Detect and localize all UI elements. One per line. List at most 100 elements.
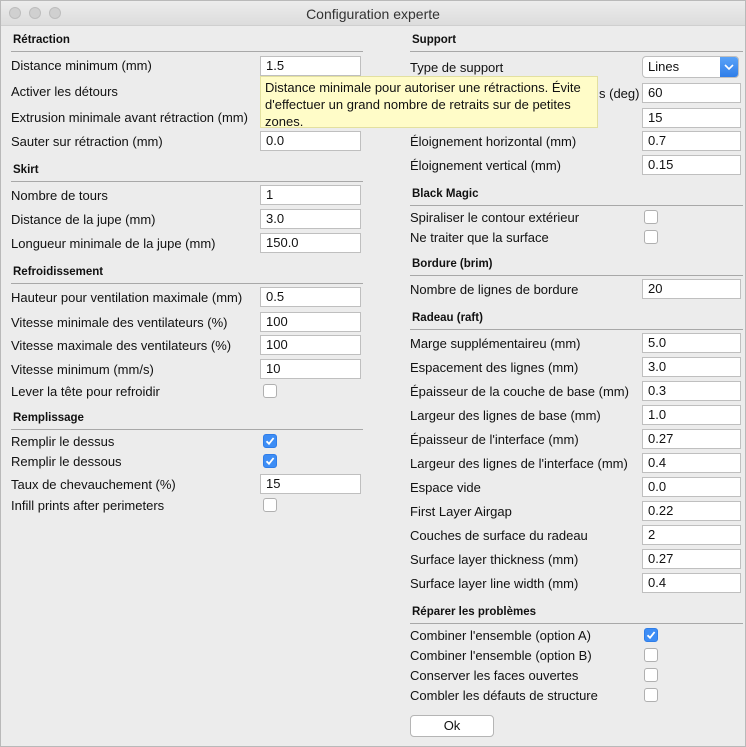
skirt-loops-input[interactable]: 1 [260,185,361,205]
section-black-magic-title: Black Magic [412,188,479,200]
cooling-fan-max-label: Vitesse maximale des ventilateurs (%) [11,338,232,353]
cooling-fan-height-label: Hauteur pour ventilation maximale (mm) [11,290,243,305]
section-brim-title: Bordure (brim) [412,258,493,270]
skirt-min-length-label: Longueur minimale de la jupe (mm) [11,236,216,251]
retraction-detours-label: Activer les détours [11,84,118,99]
infill-fill-top-label: Remplir le dessus [11,434,115,449]
raft-interface-width-label: Largeur des lignes de l'interface (mm) [410,456,628,471]
window-title: Configuration experte [306,6,440,22]
skirt-distance-input[interactable]: 3.0 [260,209,361,229]
raft-surface-layers-label: Couches de surface du radeau [410,528,588,543]
support-fill-input[interactable]: 15 [642,108,741,128]
skirt-distance-label: Distance de la jupe (mm) [11,212,156,227]
tooltip-line: zones. [265,114,304,129]
raft-line-spacing-label: Espacement des lignes (mm) [410,360,579,375]
expert-config-window: Configuration experte Rétraction Distanc… [0,0,746,747]
skirt-min-length-input[interactable]: 150.0 [260,233,361,253]
checkmark-icon [646,631,656,640]
section-fix-title: Réparer les problèmes [412,606,537,618]
tooltip: Distance minimale pour autoriser une rét… [260,76,598,129]
fix-combine-b-checkbox[interactable] [644,648,658,662]
cooling-lift-head-checkbox[interactable] [263,384,277,398]
raft-interface-thickness-input[interactable]: 0.27 [642,429,741,449]
tooltip-line: d'effectuer un grand nombre de retraits … [265,97,571,112]
fix-combine-b-label: Combiner l'ensemble (option B) [410,648,592,663]
infill-after-perimeters-checkbox[interactable] [263,498,277,512]
raft-airgap-input[interactable]: 0.0 [642,477,741,497]
raft-first-airgap-label: First Layer Airgap [410,504,512,519]
retraction-min-distance-input[interactable]: 1.5 [260,56,361,76]
section-divider [410,51,743,52]
raft-interface-width-input[interactable]: 0.4 [642,453,741,473]
infill-fill-top-checkbox[interactable] [263,434,277,448]
black-magic-spiralize-label: Spiraliser le contour extérieur [410,210,580,225]
section-cooling-title: Refroidissement [13,266,104,278]
section-divider [11,181,363,182]
cooling-fan-max-input[interactable]: 100 [260,335,361,355]
section-infill-title: Remplissage [13,412,84,424]
cooling-fan-height-input[interactable]: 0.5 [260,287,361,307]
raft-surface-thickness-label: Surface layer thickness (mm) [410,552,579,567]
retraction-min-distance-label: Distance minimum (mm) [11,58,152,73]
retraction-min-extrusion-label: Extrusion minimale avant rétraction (mm) [11,110,248,125]
section-divider [410,329,743,330]
raft-base-thickness-label: Épaisseur de la couche de base (mm) [410,384,629,399]
infill-overlap-input[interactable]: 15 [260,474,361,494]
support-xy-distance-input[interactable]: 0.7 [642,131,741,151]
support-type-select[interactable]: Lines [642,56,739,78]
section-retraction-title: Rétraction [13,34,70,46]
black-magic-surface-only-label: Ne traiter que la surface [410,230,549,245]
raft-base-thickness-input[interactable]: 0.3 [642,381,741,401]
raft-base-width-label: Largeur des lignes de base (mm) [410,408,601,423]
section-divider [410,205,743,206]
section-divider [11,51,363,52]
black-magic-spiralize-checkbox[interactable] [644,210,658,224]
raft-margin-input[interactable]: 5.0 [642,333,741,353]
cooling-lift-head-label: Lever la tête pour refroidir [11,384,160,399]
brim-lines-input[interactable]: 20 [642,279,741,299]
black-magic-surface-only-checkbox[interactable] [644,230,658,244]
raft-first-airgap-input[interactable]: 0.22 [642,501,741,521]
section-support-title: Support [412,34,457,46]
cooling-min-speed-input[interactable]: 10 [260,359,361,379]
support-type-value: Lines [648,59,680,74]
raft-line-spacing-input[interactable]: 3.0 [642,357,741,377]
section-divider [11,429,363,430]
cooling-min-speed-label: Vitesse minimum (mm/s) [11,362,154,377]
retraction-skip-input[interactable]: 0.0 [260,131,361,151]
ok-button[interactable]: Ok [410,715,494,737]
fix-extensive-label: Combler les défauts de structure [410,688,598,703]
raft-surface-layers-input[interactable]: 2 [642,525,741,545]
infill-fill-bottom-label: Remplir le dessous [11,454,122,469]
chevron-down-icon [720,57,738,77]
fix-combine-a-checkbox[interactable] [644,628,658,642]
cooling-fan-min-input[interactable]: 100 [260,312,361,332]
support-z-distance-input[interactable]: 0.15 [642,155,741,175]
checkmark-icon [265,437,275,446]
fix-extensive-checkbox[interactable] [644,688,658,702]
section-skirt-title: Skirt [13,164,39,176]
section-divider [410,275,743,276]
checkmark-icon [265,457,275,466]
section-divider [11,283,363,284]
infill-fill-bottom-checkbox[interactable] [263,454,277,468]
raft-base-width-input[interactable]: 1.0 [642,405,741,425]
fix-keep-open-checkbox[interactable] [644,668,658,682]
raft-margin-label: Marge supplémentaireu (mm) [410,336,581,351]
raft-airgap-label: Espace vide [410,480,481,495]
raft-interface-thickness-label: Épaisseur de l'interface (mm) [410,432,579,447]
raft-surface-width-input[interactable]: 0.4 [642,573,741,593]
title-bar: Configuration experte [1,1,745,26]
skirt-loops-label: Nombre de tours [11,188,108,203]
brim-lines-label: Nombre de lignes de bordure [410,282,579,297]
support-z-distance-label: Éloignement vertical (mm) [410,158,561,173]
raft-surface-thickness-input[interactable]: 0.27 [642,549,741,569]
retraction-skip-label: Sauter sur rétraction (mm) [11,134,163,149]
support-type-label: Type de support [410,60,504,75]
raft-surface-width-label: Surface layer line width (mm) [410,576,579,591]
support-angle-label: s (deg) [599,86,640,101]
infill-overlap-label: Taux de chevauchement (%) [11,477,176,492]
cooling-fan-min-label: Vitesse minimale des ventilateurs (%) [11,315,228,330]
support-angle-input[interactable]: 60 [642,83,741,103]
tooltip-line: Distance minimale pour autoriser une rét… [265,80,581,95]
